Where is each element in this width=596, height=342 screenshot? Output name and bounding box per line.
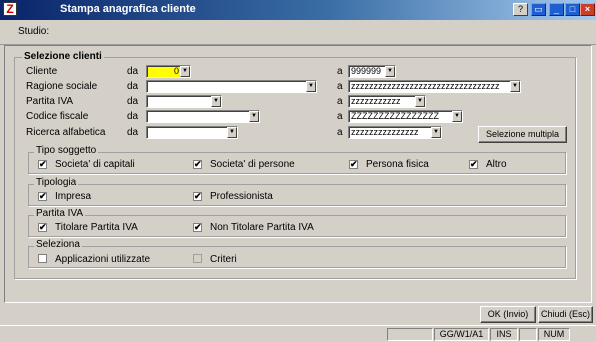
partita-iva-to-value: zzzzzzzzzzz [351, 96, 401, 106]
codice-fiscale-to-value: ZZZZZZZZZZZZZZZZ [351, 111, 439, 121]
chevron-down-icon[interactable]: ▼ [452, 111, 462, 122]
chevron-down-icon[interactable]: ▼ [385, 66, 395, 77]
selezione-clienti-title: Selezione clienti [22, 51, 104, 62]
selezione-multipla-button[interactable]: Selezione multipla [478, 126, 567, 143]
cliente-label: Cliente [26, 66, 58, 77]
check-icon: ✔ [39, 191, 47, 201]
cliente-da-label: da [127, 66, 139, 77]
window-title: Stampa anagrafica cliente [60, 3, 196, 15]
partita-iva-to-combo[interactable]: zzzzzzzzzzz ▼ [348, 95, 426, 108]
ricerca-alfabetica-a-label: a [337, 127, 343, 138]
societa-persone-label: Societa' di persone [210, 159, 295, 170]
criteri-label: Criteri [210, 254, 237, 265]
ricerca-alfabetica-from-combo[interactable]: ▼ [146, 126, 238, 139]
professionista-checkbox[interactable]: ✔ [193, 192, 202, 201]
professionista-label: Professionista [210, 191, 273, 202]
codice-fiscale-a-label: a [337, 111, 343, 122]
cliente-from-combo[interactable]: 0 ▼ [146, 65, 191, 78]
status-cell-num: NUM [538, 328, 570, 341]
status-bar: GG/W1/A1 INS NUM [0, 325, 596, 342]
ricerca-alfabetica-label: Ricerca alfabetica [26, 127, 106, 138]
restore-icon[interactable]: ▭ [531, 3, 546, 16]
ragione-sociale-a-label: a [337, 81, 343, 92]
check-icon: ✔ [39, 159, 47, 169]
check-icon: ✔ [350, 159, 358, 169]
non-titolare-partita-iva-checkbox[interactable]: ✔ [193, 223, 202, 232]
title-bar[interactable]: Z Stampa anagrafica cliente ? ▭ _ □ × [0, 0, 596, 20]
tipologia-title: Tipologia [34, 177, 79, 188]
persona-fisica-label: Persona fisica [366, 159, 429, 170]
tipo-soggetto-title: Tipo soggetto [34, 145, 99, 156]
ragione-sociale-to-combo[interactable]: zzzzzzzzzzzzzzzzzzzzzzzzzzzzzzzzz ▼ [348, 80, 521, 93]
partita-iva-group-title: Partita IVA [34, 208, 86, 219]
check-icon: ✔ [194, 191, 202, 201]
titolare-partita-iva-label: Titolare Partita IVA [55, 222, 138, 233]
app-logo-icon[interactable]: Z [3, 2, 17, 16]
cliente-from-value: 0 [174, 66, 180, 76]
minimize-icon[interactable]: _ [549, 3, 564, 16]
chevron-down-icon[interactable]: ▼ [227, 127, 237, 138]
altro-checkbox[interactable]: ✔ [469, 160, 478, 169]
tipologia-group [28, 184, 566, 206]
societa-persone-checkbox[interactable]: ✔ [193, 160, 202, 169]
chiudi-button[interactable]: Chiudi (Esc) [538, 306, 593, 323]
altro-label: Altro [486, 159, 507, 170]
help-icon[interactable]: ? [513, 3, 528, 16]
impresa-checkbox[interactable]: ✔ [38, 192, 47, 201]
status-cell-4 [519, 328, 537, 341]
chevron-down-icon[interactable]: ▼ [306, 81, 316, 92]
status-cell-ins: INS [490, 328, 518, 341]
check-icon: ✔ [194, 159, 202, 169]
chevron-down-icon[interactable]: ▼ [431, 127, 441, 138]
status-cell-1 [387, 328, 433, 341]
studio-bar: Studio: [0, 20, 596, 45]
criteri-checkbox[interactable] [193, 254, 202, 263]
ragione-sociale-from-combo[interactable]: ▼ [146, 80, 317, 93]
ok-button[interactable]: OK (Invio) [480, 306, 536, 323]
partita-iva-from-combo[interactable]: ▼ [146, 95, 222, 108]
ricerca-alfabetica-da-label: da [127, 127, 139, 138]
non-titolare-partita-iva-label: Non Titolare Partita IVA [210, 222, 314, 233]
partita-iva-label: Partita IVA [26, 96, 74, 107]
codice-fiscale-label: Codice fiscale [26, 111, 89, 122]
chevron-down-icon[interactable]: ▼ [510, 81, 520, 92]
ragione-sociale-to-value: zzzzzzzzzzzzzzzzzzzzzzzzzzzzzzzzz [351, 81, 500, 91]
societa-capitali-label: Societa' di capitali [55, 159, 135, 170]
status-cell-mode: GG/W1/A1 [434, 328, 489, 341]
studio-label: Studio: [18, 26, 50, 37]
applicazioni-utilizzate-checkbox[interactable] [38, 254, 47, 263]
applicazioni-utilizzate-label: Applicazioni utilizzate [55, 254, 151, 265]
ricerca-alfabetica-to-value: zzzzzzzzzzzzzzz [351, 127, 419, 137]
chevron-down-icon[interactable]: ▼ [415, 96, 425, 107]
check-icon: ✔ [470, 159, 478, 169]
close-icon[interactable]: × [580, 3, 595, 16]
ragione-sociale-label: Ragione sociale [26, 81, 98, 92]
codice-fiscale-to-combo[interactable]: ZZZZZZZZZZZZZZZZ ▼ [348, 110, 463, 123]
partita-iva-da-label: da [127, 96, 139, 107]
cliente-a-label: a [337, 66, 343, 77]
impresa-label: Impresa [55, 191, 92, 202]
chevron-down-icon[interactable]: ▼ [249, 111, 259, 122]
partita-iva-a-label: a [337, 96, 343, 107]
ragione-sociale-da-label: da [127, 81, 139, 92]
codice-fiscale-from-combo[interactable]: ▼ [146, 110, 260, 123]
seleziona-title: Seleziona [34, 239, 82, 250]
chevron-down-icon[interactable]: ▼ [211, 96, 221, 107]
societa-capitali-checkbox[interactable]: ✔ [38, 160, 47, 169]
cliente-to-combo[interactable]: 999999 ▼ [348, 65, 396, 78]
persona-fisica-checkbox[interactable]: ✔ [349, 160, 358, 169]
ricerca-alfabetica-to-combo[interactable]: zzzzzzzzzzzzzzz ▼ [348, 126, 442, 139]
check-icon: ✔ [194, 222, 202, 232]
maximize-icon[interactable]: □ [565, 3, 580, 16]
codice-fiscale-da-label: da [127, 111, 139, 122]
check-icon: ✔ [39, 222, 47, 232]
chevron-down-icon[interactable]: ▼ [180, 66, 190, 77]
cliente-to-value: 999999 [351, 66, 382, 76]
titolare-partita-iva-checkbox[interactable]: ✔ [38, 223, 47, 232]
